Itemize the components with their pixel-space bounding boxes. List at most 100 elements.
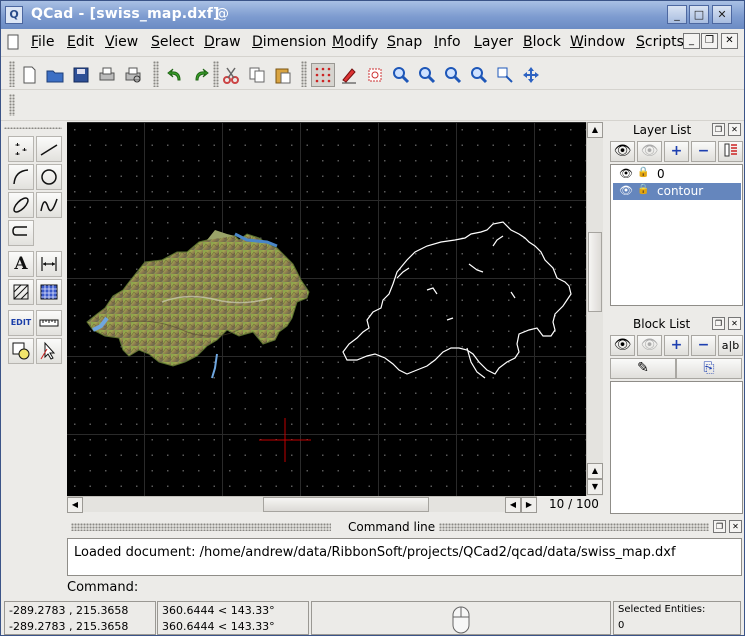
image-tool-icon[interactable]	[36, 279, 62, 305]
block-list-close-button[interactable]: ✕	[728, 317, 741, 330]
layer-list-titlebar[interactable]: Layer List ❐ ✕	[608, 122, 744, 139]
edit-block-icon[interactable]: ✎	[610, 358, 676, 379]
horizontal-scroll-thumb[interactable]	[263, 497, 429, 512]
edit-tool-icon[interactable]: EDIT	[8, 310, 34, 336]
remove-block-icon[interactable]: −	[691, 335, 716, 356]
block-list-titlebar[interactable]: Block List ❐ ✕	[608, 316, 744, 333]
new-file-icon[interactable]	[19, 65, 39, 85]
dock-grip[interactable]	[71, 523, 331, 531]
menu-layer[interactable]: Layer	[474, 34, 513, 50]
line-tool-icon[interactable]	[36, 136, 62, 162]
command-line-float-button[interactable]: ❐	[713, 520, 726, 533]
vertical-scrollbar[interactable]: ▲ ▲ ▼	[586, 122, 603, 496]
scroll-up-button[interactable]: ▲	[587, 122, 603, 138]
toolbar-grip[interactable]	[9, 61, 15, 87]
print-icon[interactable]	[97, 65, 117, 85]
scroll-right-button[interactable]: ▶	[521, 497, 537, 513]
ellipse-tool-icon[interactable]	[8, 192, 34, 218]
copy-icon[interactable]	[247, 65, 267, 85]
edit-layer-icon[interactable]	[718, 141, 743, 162]
draft-mode-icon[interactable]	[339, 65, 359, 85]
layer-list-float-button[interactable]: ❐	[712, 123, 725, 136]
scroll-down-button[interactable]: ▼	[587, 479, 603, 495]
zoom-auto-icon[interactable]	[443, 65, 463, 85]
add-block-icon[interactable]: +	[664, 335, 689, 356]
zoom-out-icon[interactable]	[417, 65, 437, 85]
layer-row-contour[interactable]: 👁 🔒 contour	[613, 183, 741, 200]
vertical-scroll-thumb[interactable]	[588, 232, 602, 312]
cut-icon[interactable]	[221, 65, 241, 85]
undo-icon[interactable]	[165, 65, 185, 85]
lock-icon[interactable]: 🔒	[637, 184, 649, 195]
command-input[interactable]	[141, 578, 742, 598]
panel-grip[interactable]	[4, 127, 62, 129]
command-line-titlebar[interactable]: Command line ❐ ✕	[67, 518, 744, 536]
visible-eye-icon[interactable]: 👁	[619, 167, 633, 180]
redraw-icon[interactable]	[365, 65, 385, 85]
show-all-layers-icon[interactable]: 👁	[610, 141, 635, 162]
rename-block-button[interactable]: a|b	[718, 335, 743, 356]
mdi-minimize-button[interactable]: _	[683, 33, 700, 49]
toolbar-grip[interactable]	[9, 94, 15, 116]
grid-icon[interactable]	[311, 63, 335, 87]
scroll-up-small-button[interactable]: ▲	[587, 463, 603, 479]
menu-modify[interactable]: Modify	[332, 34, 378, 50]
block-list-float-button[interactable]: ❐	[712, 317, 725, 330]
paste-icon[interactable]	[273, 65, 293, 85]
hide-all-blocks-icon[interactable]: 👁	[637, 335, 662, 356]
redo-icon[interactable]	[191, 65, 211, 85]
document-icon[interactable]	[7, 33, 19, 51]
menu-dimension[interactable]: Dimension	[252, 34, 326, 50]
arc-tool-icon[interactable]	[8, 164, 34, 190]
mdi-close-button[interactable]: ✕	[721, 33, 738, 49]
minimize-button[interactable]: _	[667, 5, 687, 24]
points-tool-icon[interactable]	[8, 136, 34, 162]
menu-snap[interactable]: Snap	[387, 34, 422, 50]
select-tool-icon[interactable]	[36, 338, 62, 364]
menu-select[interactable]: Select	[151, 34, 194, 50]
mdi-restore-button[interactable]: ❐	[701, 33, 718, 49]
measure-tool-icon[interactable]	[36, 310, 62, 336]
spline-tool-icon[interactable]	[36, 192, 62, 218]
lock-icon[interactable]: 🔒	[637, 167, 649, 178]
qcad-app-icon[interactable]: Q	[5, 6, 23, 24]
show-all-blocks-icon[interactable]: 👁	[610, 335, 635, 356]
hide-all-layers-icon[interactable]: 👁	[637, 141, 662, 162]
title-bar[interactable]: Q QCad - [swiss_map.dxf] @ _ □ ✕	[1, 1, 744, 29]
remove-layer-icon[interactable]: −	[691, 141, 716, 162]
scroll-left-button[interactable]: ◀	[67, 497, 83, 513]
pan-zoom-icon[interactable]	[521, 65, 541, 85]
polyline-tool-icon[interactable]	[8, 220, 34, 246]
dimension-tool-icon[interactable]	[36, 251, 62, 277]
menu-draw[interactable]: Draw	[204, 34, 241, 50]
visible-eye-icon[interactable]: 👁	[619, 184, 633, 197]
save-icon[interactable]	[71, 65, 91, 85]
menu-block[interactable]: Block	[523, 34, 561, 50]
maximize-button[interactable]: □	[689, 5, 709, 24]
layer-row-0[interactable]: 👁 🔒 0	[613, 166, 741, 183]
layer-list-close-button[interactable]: ✕	[728, 123, 741, 136]
print-preview-icon[interactable]	[123, 65, 143, 85]
menu-edit[interactable]: Edit	[67, 34, 94, 50]
scroll-left-small-button[interactable]: ◀	[505, 497, 521, 513]
zoom-in-icon[interactable]	[391, 65, 411, 85]
drawing-canvas[interactable]	[67, 122, 586, 496]
insert-block-icon[interactable]: ⎘	[676, 358, 742, 379]
circle-tool-icon[interactable]	[36, 164, 62, 190]
open-folder-icon[interactable]	[45, 65, 65, 85]
menu-file[interactable]: File	[31, 34, 54, 50]
menu-info[interactable]: Info	[434, 34, 461, 50]
zoom-previous-icon[interactable]	[469, 65, 489, 85]
menu-window[interactable]: Window	[570, 34, 625, 50]
dock-grip[interactable]	[439, 523, 709, 531]
menu-view[interactable]: View	[105, 34, 138, 50]
add-layer-icon[interactable]: +	[664, 141, 689, 162]
text-tool-icon[interactable]: A	[8, 251, 34, 277]
zoom-window-icon[interactable]	[495, 65, 515, 85]
command-line-close-button[interactable]: ✕	[729, 520, 742, 533]
menu-scripts[interactable]: Scripts	[636, 34, 684, 50]
hatch-tool-icon[interactable]	[8, 279, 34, 305]
close-button[interactable]: ✕	[712, 5, 732, 24]
block-tool-icon[interactable]	[8, 338, 34, 364]
horizontal-scrollbar[interactable]: ◀ ◀ ▶	[67, 496, 537, 513]
